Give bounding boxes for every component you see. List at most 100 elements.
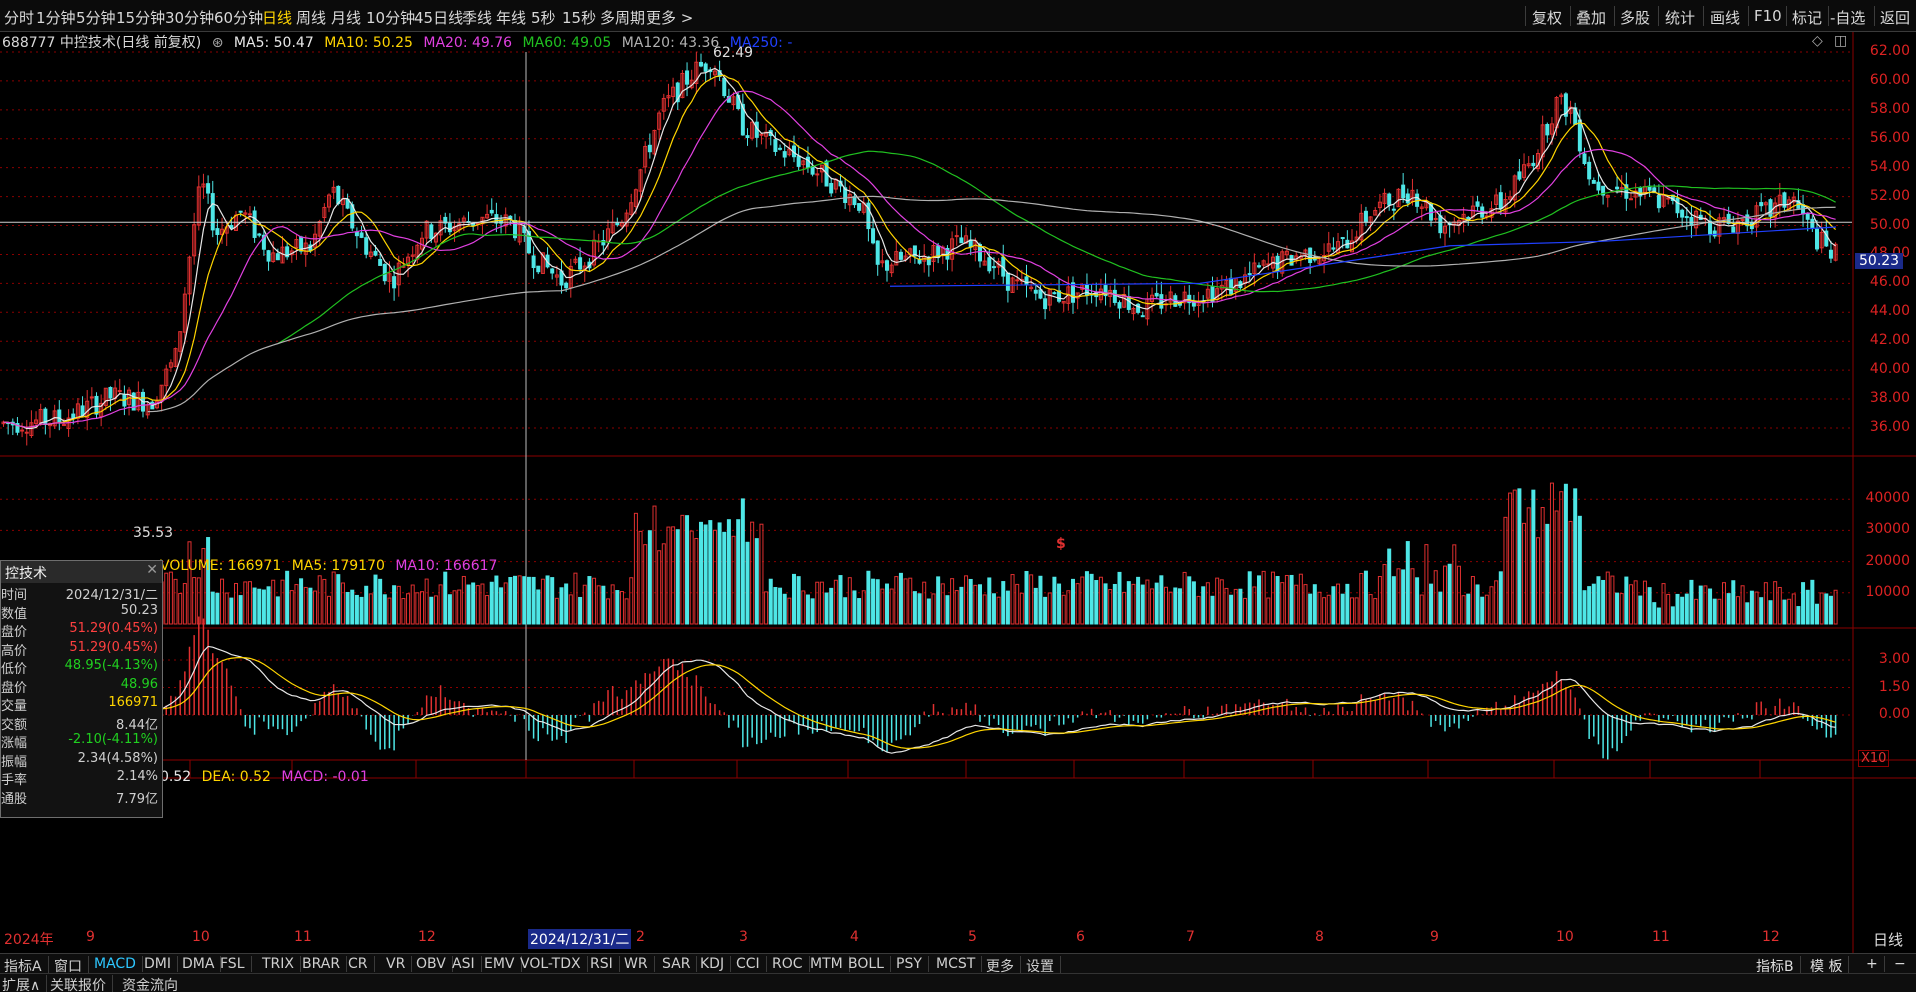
fund-flow-tab[interactable]: 资金流向	[122, 975, 184, 992]
indicator-tab-macd[interactable]: MACD	[94, 956, 143, 972]
related-quotes-tab[interactable]: 关联报价	[50, 975, 113, 992]
tooltip-key: 通股	[1, 791, 28, 807]
volume-bar	[843, 597, 848, 625]
volume-bar	[1568, 520, 1573, 625]
volume-bar	[517, 575, 522, 625]
price-tick-label: 60.00	[1869, 71, 1910, 88]
volume-bar	[545, 575, 550, 625]
volume-bar	[1331, 586, 1336, 625]
indicator-tab-boll[interactable]: BOLL	[848, 956, 891, 972]
crosshair-price-label: 50.23	[1855, 253, 1904, 269]
indicator-tab-dma[interactable]: DMA	[182, 956, 222, 972]
volume-bar	[759, 523, 764, 625]
volume-bar	[768, 578, 773, 625]
volume-bar	[996, 596, 1001, 625]
price-tick-label: 38.00	[1869, 390, 1910, 407]
indicator-tab-fsl[interactable]: FSL	[220, 956, 252, 972]
volume-bar	[1024, 570, 1029, 625]
extend-toggle-button[interactable]: 扩展∧	[2, 975, 48, 992]
volume-bar	[1168, 591, 1173, 625]
volume-bar	[438, 584, 443, 625]
candle-body	[1033, 289, 1038, 294]
indicator-tab-mcst[interactable]: MCST	[936, 956, 983, 972]
date-tick-label: 10	[1556, 929, 1574, 945]
tooltip-row: 盘价 48.96	[1, 676, 162, 696]
candle-body	[1331, 247, 1336, 250]
date-tick-label: 7	[1186, 929, 1195, 945]
candle-body	[1438, 215, 1443, 234]
indicator-tab-vr[interactable]: VR	[386, 956, 413, 972]
volume-bar	[1289, 574, 1294, 625]
volume-bar	[1219, 579, 1224, 625]
macd-dea: DEA: 0.52	[201, 769, 271, 785]
volume-bar	[1001, 581, 1006, 625]
macd-value: MACD: -0.01	[281, 769, 369, 785]
volume-bar	[1377, 576, 1382, 625]
tooltip-value: 2.34(4.58%)	[77, 750, 158, 766]
volume-bar	[215, 592, 220, 625]
volume-bar	[592, 577, 597, 625]
volume-bar	[317, 575, 322, 625]
volume-bar	[582, 584, 587, 625]
candle-body	[1475, 201, 1480, 207]
candle-body	[1391, 208, 1396, 211]
date-tick-label: 8	[1315, 929, 1324, 945]
indicator-tab-emv[interactable]: EMV	[484, 956, 522, 972]
indicator-tab-psy[interactable]: PSY	[896, 956, 929, 972]
volume-bar	[731, 535, 736, 625]
volume-bar	[954, 590, 959, 625]
volume-bar	[615, 590, 620, 625]
volume-bar	[354, 594, 359, 625]
price-tick-label: 56.00	[1869, 129, 1910, 146]
event-dollar-icon[interactable]: $	[1056, 536, 1066, 552]
volume-bar	[266, 586, 271, 625]
volume-bar	[550, 577, 555, 625]
candle-body	[1656, 195, 1661, 209]
candle-body	[778, 147, 783, 150]
candle-body	[364, 237, 369, 255]
volume-bar	[1624, 576, 1629, 625]
candle-body	[703, 63, 708, 72]
indicator-tab-cci[interactable]: CCI	[736, 956, 767, 972]
indicator-tab-cr[interactable]: CR	[348, 956, 375, 972]
volume-bar	[801, 590, 806, 625]
indicator-tab-asi[interactable]: ASI	[452, 956, 482, 972]
price-tick-label: 52.00	[1869, 187, 1910, 204]
volume-bar	[275, 596, 280, 625]
indicator-tab-kdj[interactable]: KDJ	[700, 956, 732, 972]
volume-bar	[457, 589, 462, 625]
volume-bar	[224, 592, 229, 625]
volume-bar	[1438, 591, 1443, 625]
volume-bar	[475, 585, 480, 625]
volume-bar	[1126, 581, 1131, 625]
tooltip-value: 48.96	[120, 676, 158, 692]
volume-bar	[1642, 580, 1647, 625]
indicator-tab-wr[interactable]: WR	[624, 956, 655, 972]
indicator-tab-sar[interactable]: SAR	[662, 956, 698, 972]
macd-tick-label: 1.50	[1878, 678, 1910, 695]
indicator-tab-trix[interactable]: TRIX	[262, 956, 301, 972]
indicator-tab-brar[interactable]: BRAR	[302, 956, 348, 972]
tooltip-key: 低价	[1, 662, 28, 677]
indicator-tab-rsi[interactable]: RSI	[590, 956, 620, 972]
add-window-button[interactable]: +	[1866, 956, 1885, 972]
candle-body	[1577, 119, 1582, 152]
volume-bar	[1675, 593, 1680, 625]
chart-canvas[interactable]	[0, 0, 1916, 953]
indicator-tab-vol-tdx[interactable]: VOL-TDX	[520, 956, 588, 972]
macd-tick-label: 3.00	[1878, 651, 1910, 667]
candle-body	[1587, 161, 1592, 180]
indicator-tab-dmi[interactable]: DMI	[144, 956, 178, 972]
volume-bar	[601, 585, 606, 625]
remove-window-button[interactable]: −	[1894, 956, 1912, 972]
data-tooltip-panel[interactable]: 控技术 ✕ 时间 2024/12/31/二 数值 50.23 盘价 51.29(0.45%…	[0, 560, 163, 818]
indicator-tab-mtm[interactable]: MTM	[810, 956, 850, 972]
volume-bar	[1443, 565, 1447, 625]
volume-ma10: MA10: 166617	[395, 558, 498, 574]
volume-bar	[410, 584, 415, 625]
close-icon[interactable]: ✕	[146, 562, 158, 578]
volume-bar	[736, 519, 741, 625]
volume-bar	[1015, 583, 1020, 625]
indicator-tab-roc[interactable]: ROC	[772, 956, 810, 972]
indicator-tab-obv[interactable]: OBV	[416, 956, 453, 972]
